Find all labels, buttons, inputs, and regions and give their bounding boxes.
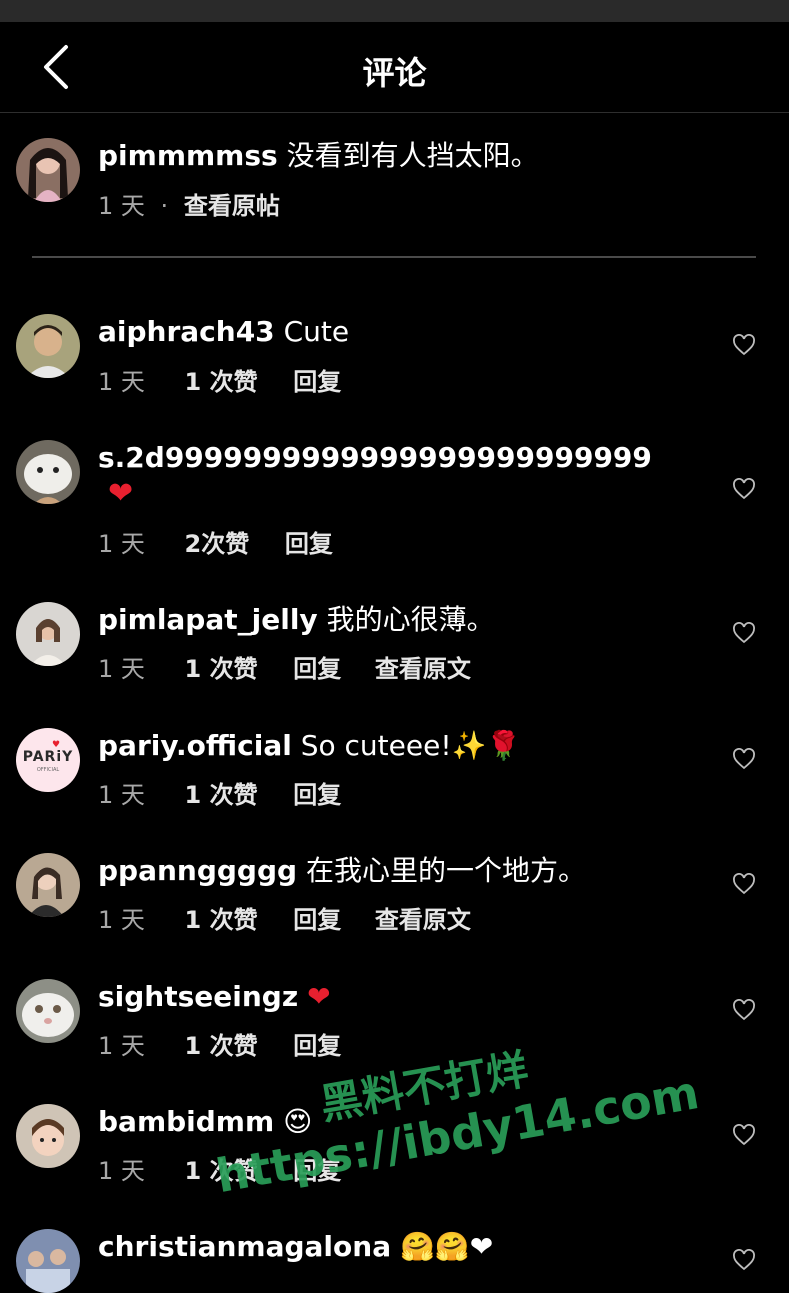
post-caption: pimmmmss 没看到有人挡太阳。 bbox=[98, 137, 539, 175]
timestamp: 1 天 bbox=[98, 781, 145, 809]
reply-button[interactable]: 回复 bbox=[293, 1026, 341, 1061]
avatar[interactable] bbox=[16, 1229, 80, 1293]
reply-button[interactable]: 回复 bbox=[293, 900, 341, 935]
likes-count[interactable]: 1 次赞 bbox=[185, 900, 258, 935]
username[interactable]: christianmagalona bbox=[98, 1230, 391, 1263]
separator-dot: · bbox=[160, 192, 169, 220]
comment-meta: 1 天 1 次赞 回复 bbox=[98, 775, 341, 810]
comment-text: s.2d9999999999999999999999999 bbox=[98, 439, 652, 477]
comment-text: bambidmm 😍 bbox=[98, 1103, 312, 1141]
like-heart-icon[interactable] bbox=[732, 748, 756, 770]
like-heart-icon[interactable] bbox=[732, 478, 756, 500]
like-heart-icon[interactable] bbox=[732, 1124, 756, 1146]
view-original-post-link[interactable]: 查看原帖 bbox=[184, 186, 280, 221]
status-bar bbox=[0, 0, 789, 22]
page-title: 评论 bbox=[362, 54, 427, 92]
divider bbox=[32, 256, 756, 258]
timestamp: 1 天 bbox=[98, 1032, 145, 1060]
username[interactable]: s.2d9999999999999999999999999 bbox=[98, 441, 652, 474]
avatar[interactable] bbox=[16, 314, 80, 378]
username[interactable]: pimmmmss bbox=[98, 139, 278, 172]
avatar[interactable] bbox=[16, 138, 80, 202]
comment-meta: 1 天 1 次赞 回复 bbox=[98, 1026, 341, 1061]
likes-count[interactable]: 1 次赞 bbox=[185, 775, 258, 810]
timestamp: 1 天 bbox=[98, 1157, 145, 1185]
comment-meta: 1 天 2次赞 回复 bbox=[98, 524, 333, 559]
timestamp: 1 天 bbox=[98, 655, 145, 683]
username[interactable]: aiphrach43 bbox=[98, 315, 275, 348]
brand-logo-text: PARiY bbox=[22, 749, 74, 765]
likes-count[interactable]: 2次赞 bbox=[185, 524, 250, 559]
reply-button[interactable]: 回复 bbox=[293, 775, 341, 810]
avatar[interactable] bbox=[16, 979, 80, 1043]
likes-count[interactable]: 1 次赞 bbox=[185, 649, 258, 684]
top-bar: 评论 bbox=[0, 22, 789, 113]
timestamp: 1 天 bbox=[98, 192, 145, 220]
avatar[interactable] bbox=[16, 853, 80, 917]
brand-logo-subtext: OFFICIAL bbox=[36, 767, 60, 773]
avatar[interactable]: PARiY OFFICIAL ♥ bbox=[16, 728, 80, 792]
comment-body: Cute bbox=[283, 315, 350, 348]
logo-heart-icon: ♥ bbox=[52, 740, 61, 750]
timestamp: 1 天 bbox=[98, 368, 145, 396]
like-heart-icon[interactable] bbox=[732, 999, 756, 1021]
comment-text: sightseeingz ❤ bbox=[98, 978, 331, 1016]
comment-body: 我的心很薄。 bbox=[326, 603, 495, 636]
comment-text: ppannggggg 在我心里的一个地方。 bbox=[98, 852, 586, 890]
timestamp: 1 天 bbox=[98, 906, 145, 934]
comment-body: 🤗🤗❤ bbox=[400, 1230, 494, 1263]
comment-text: pariy.official So cuteee!✨🌹 bbox=[98, 727, 521, 765]
heart-emoji: ❤ bbox=[307, 980, 331, 1013]
like-heart-icon[interactable] bbox=[732, 622, 756, 644]
reply-button[interactable]: 回复 bbox=[293, 649, 341, 684]
like-heart-icon[interactable] bbox=[732, 334, 756, 356]
reply-button[interactable]: 回复 bbox=[293, 362, 341, 397]
comment-body: So cuteee!✨🌹 bbox=[300, 729, 522, 762]
avatar[interactable] bbox=[16, 602, 80, 666]
post-meta: 1 天 · 查看原帖 bbox=[98, 186, 280, 221]
caption-text: 没看到有人挡太阳。 bbox=[286, 139, 539, 172]
avatar[interactable] bbox=[16, 1104, 80, 1168]
see-translation-link[interactable]: 查看原文 bbox=[375, 900, 471, 935]
username[interactable]: bambidmm bbox=[98, 1105, 274, 1138]
comment-text: pimlapat_jelly 我的心很薄。 bbox=[98, 601, 495, 639]
likes-count[interactable]: 1 次赞 bbox=[185, 362, 258, 397]
username[interactable]: sightseeingz bbox=[98, 980, 298, 1013]
timestamp: 1 天 bbox=[98, 530, 145, 558]
username[interactable]: pariy.official bbox=[98, 729, 292, 762]
comment-meta: 1 天 1 次赞 回复 查看原文 bbox=[98, 900, 471, 935]
comment-body: 在我心里的一个地方。 bbox=[305, 854, 586, 887]
username[interactable]: pimlapat_jelly bbox=[98, 603, 318, 636]
like-heart-icon[interactable] bbox=[732, 1249, 756, 1271]
comment-text: christianmagalona 🤗🤗❤ bbox=[98, 1228, 493, 1266]
comment-text: aiphrach43 Cute bbox=[98, 313, 349, 351]
see-translation-link[interactable]: 查看原文 bbox=[375, 649, 471, 684]
avatar[interactable] bbox=[16, 440, 80, 504]
like-heart-icon[interactable] bbox=[732, 873, 756, 895]
comment-meta: 1 天 1 次赞 回复 bbox=[98, 362, 341, 397]
likes-count[interactable]: 1 次赞 bbox=[185, 1026, 258, 1061]
username[interactable]: ppannggggg bbox=[98, 854, 297, 887]
reply-button[interactable]: 回复 bbox=[285, 524, 333, 559]
heart-emoji: ❤ bbox=[108, 476, 134, 511]
comment-meta: 1 天 1 次赞 回复 查看原文 bbox=[98, 649, 471, 684]
